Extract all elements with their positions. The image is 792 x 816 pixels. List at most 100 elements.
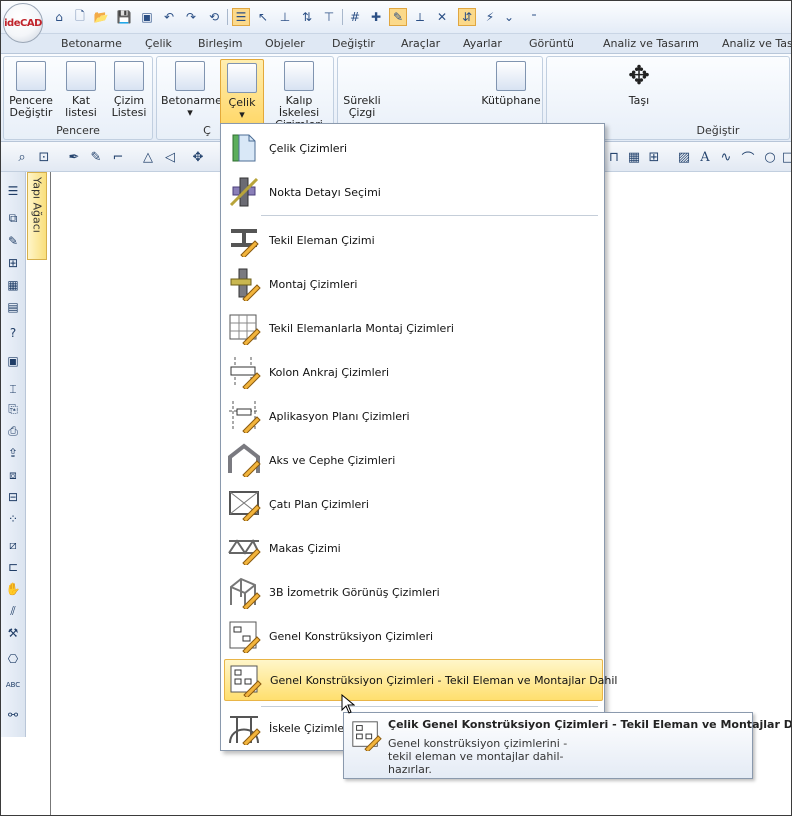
table-icon[interactable]: ▦ — [626, 149, 642, 165]
tab-degistir[interactable]: Değiştir — [332, 37, 375, 50]
chevron-down-icon[interactable]: ⌄ — [500, 8, 518, 26]
menu-item-kolon-ankraj[interactable]: Kolon Ankraj Çizimleri — [224, 352, 603, 392]
help-icon[interactable]: ? — [4, 324, 22, 342]
redo-icon[interactable]: ↷ — [182, 8, 200, 26]
tab-analiz-tasarim-2[interactable]: Analiz ve Tasarım — [722, 37, 792, 50]
pen-icon[interactable]: ✎ — [88, 149, 104, 165]
kutuphane-button[interactable]: Kütüphane — [480, 61, 542, 107]
zoom-icon[interactable]: ⌕ — [14, 149, 30, 165]
dimension-icon[interactable]: ⌶ — [4, 380, 22, 398]
snap-mode-icon[interactable]: ⇵ — [458, 8, 476, 26]
open-folder-icon[interactable]: 📂 — [92, 8, 110, 26]
align-top-icon[interactable]: ⊤ — [320, 8, 338, 26]
structure-icon[interactable]: ⊞ — [4, 254, 22, 272]
layer-list-icon[interactable]: ☰ — [232, 8, 250, 26]
tab-birlesim[interactable]: Birleşim — [198, 37, 242, 50]
polygon-icon[interactable]: ◁ — [162, 149, 178, 165]
binoculars-icon[interactable]: ⚯ — [4, 706, 22, 724]
yapi-agaci-tab[interactable]: Yapı Ağacı — [27, 172, 47, 260]
tasi-button[interactable]: ✥ Taşı — [619, 61, 659, 107]
edit-layer-icon[interactable]: ✎ — [4, 232, 22, 250]
hand-icon[interactable]: ✋ — [4, 580, 22, 598]
floor-list-icon — [66, 61, 96, 91]
undo-icon[interactable]: ↶ — [160, 8, 178, 26]
ortho-icon[interactable]: ⟂ — [411, 8, 429, 26]
text-icon[interactable]: A — [697, 149, 713, 165]
align-middle-icon[interactable]: ⇅ — [298, 8, 316, 26]
tab-objeler[interactable]: Objeler — [265, 37, 305, 50]
scaffold-icon — [284, 61, 314, 91]
properties-icon[interactable]: ☰ — [4, 182, 22, 200]
save-all-icon[interactable]: ▣ — [138, 8, 156, 26]
concrete-drawing-icon — [175, 61, 205, 91]
table-icon[interactable]: ▤ — [4, 298, 22, 316]
menu-item-cati-plan[interactable]: Çatı Plan Çizimleri — [224, 484, 603, 524]
cizim-listesi-button[interactable]: Çizim Listesi — [108, 61, 150, 119]
rectangle-icon[interactable]: □ — [780, 149, 792, 165]
stamp-icon[interactable]: ⎔ — [4, 650, 22, 668]
zoom-window-icon[interactable]: ⊡ — [36, 149, 52, 165]
surekli-cizgi-button[interactable]: Sürekli Çizgi — [340, 61, 384, 119]
export-icon[interactable]: ⇪ — [4, 444, 22, 462]
refresh-icon[interactable]: ⟲ — [205, 8, 223, 26]
curve-icon[interactable]: ∿ — [718, 149, 734, 165]
grid-snap-icon[interactable]: # — [346, 8, 364, 26]
axis-facade-icon — [228, 443, 261, 477]
window-icon[interactable]: ⊟ — [4, 488, 22, 506]
elevation-icon[interactable]: ⊏ — [4, 558, 22, 576]
home-icon[interactable]: ⌂ — [50, 8, 68, 26]
eyedropper-icon[interactable]: ✒ — [66, 149, 82, 165]
layers-icon[interactable]: ⧈ — [4, 466, 22, 484]
menu-item-genel-konstruksiyon[interactable]: Genel Konstrüksiyon Çizimleri — [224, 616, 603, 656]
align-bottom-icon[interactable]: ⊥ — [276, 8, 294, 26]
intersection-icon[interactable]: ✕ — [433, 8, 451, 26]
tab-betonarme[interactable]: Betonarme — [61, 37, 122, 50]
kat-listesi-button[interactable]: Kat listesi — [60, 61, 102, 119]
tab-araclar[interactable]: Araçlar — [401, 37, 440, 50]
kalip-iskelesi-button[interactable]: Kalıp İskelesi Çizimleri — [267, 61, 331, 131]
tab-analiz-tasarim[interactable]: Analiz ve Tasarım — [603, 37, 699, 50]
brush-icon[interactable]: ⌐ — [110, 149, 126, 165]
grid-select-icon[interactable]: ▦ — [4, 276, 22, 294]
cut-line-icon[interactable]: ⫽ — [4, 602, 22, 620]
save-icon[interactable]: 💾 — [115, 8, 133, 26]
menu-item-celik-cizimleri[interactable]: Çelik Çizimleri — [224, 128, 603, 168]
grid-icon[interactable]: ⊞ — [646, 149, 662, 165]
lightning-icon[interactable]: ⚡ — [481, 8, 499, 26]
autotext-icon[interactable]: ABC — [4, 676, 22, 694]
tab-celik[interactable]: Çelik — [145, 37, 172, 50]
menu-item-aplikasyon-plani[interactable]: Aplikasyon Planı Çizimleri — [224, 396, 603, 436]
new-file-icon[interactable]: 🗋 — [71, 8, 89, 26]
section-icon[interactable]: ⧄ — [4, 536, 22, 554]
snap-pencil-icon[interactable]: ✎ — [389, 8, 407, 26]
copy-layer-icon[interactable]: ⧉ — [4, 209, 22, 227]
report-icon[interactable]: ▣ — [4, 352, 22, 370]
menu-item-tekil-eleman[interactable]: Tekil Eleman Çizimi — [224, 220, 603, 260]
points-icon[interactable]: ⁘ — [4, 510, 22, 528]
customize-icon[interactable]: ⁼ — [525, 8, 543, 26]
tab-goruntu[interactable]: Görüntü — [529, 37, 574, 50]
app-logo[interactable]: ideCAD — [3, 3, 43, 43]
print-icon[interactable]: ⎙ — [4, 422, 22, 440]
select-arrow-icon[interactable]: ↖ — [254, 8, 272, 26]
measure-icon[interactable]: ✚ — [367, 8, 385, 26]
celik-button[interactable]: Çelik ▾ — [220, 59, 264, 125]
menu-item-nokta-detayi[interactable]: Nokta Detayı Seçimi — [224, 172, 603, 212]
tab-ayarlar[interactable]: Ayarlar — [463, 37, 502, 50]
betonarme-button[interactable]: Betonarme ▾ — [161, 61, 222, 119]
dimension-icon[interactable]: ⊓ — [606, 149, 622, 165]
arc-icon[interactable]: ⌒ — [740, 149, 756, 167]
circle-icon[interactable]: ○ — [762, 149, 778, 165]
menu-item-aks-cephe[interactable]: Aks ve Cephe Çizimleri — [224, 440, 603, 480]
menu-item-3b-izometrik[interactable]: 3B İzometrik Görünüş Çizimleri — [224, 572, 603, 612]
tool-icon[interactable]: ⚒ — [4, 624, 22, 642]
menu-item-makas[interactable]: Makas Çizimi — [224, 528, 603, 568]
menu-item-genel-konstruksiyon-tekil-dahil[interactable]: Genel Konstrüksiyon Çizimleri - Tekil El… — [224, 659, 617, 701]
copy-icon[interactable]: ⎘ — [4, 400, 22, 418]
menu-item-montaj[interactable]: Montaj Çizimleri — [224, 264, 603, 304]
move-icon[interactable]: ✥ — [190, 149, 206, 165]
triangle-icon[interactable]: △ — [140, 149, 156, 165]
image-icon[interactable]: ▨ — [676, 149, 692, 165]
pencere-degistir-button[interactable]: Pencere Değiştir — [8, 61, 54, 119]
menu-item-tekil-elemanlarla-montaj[interactable]: Tekil Elemanlarla Montaj Çizimleri — [224, 308, 603, 348]
